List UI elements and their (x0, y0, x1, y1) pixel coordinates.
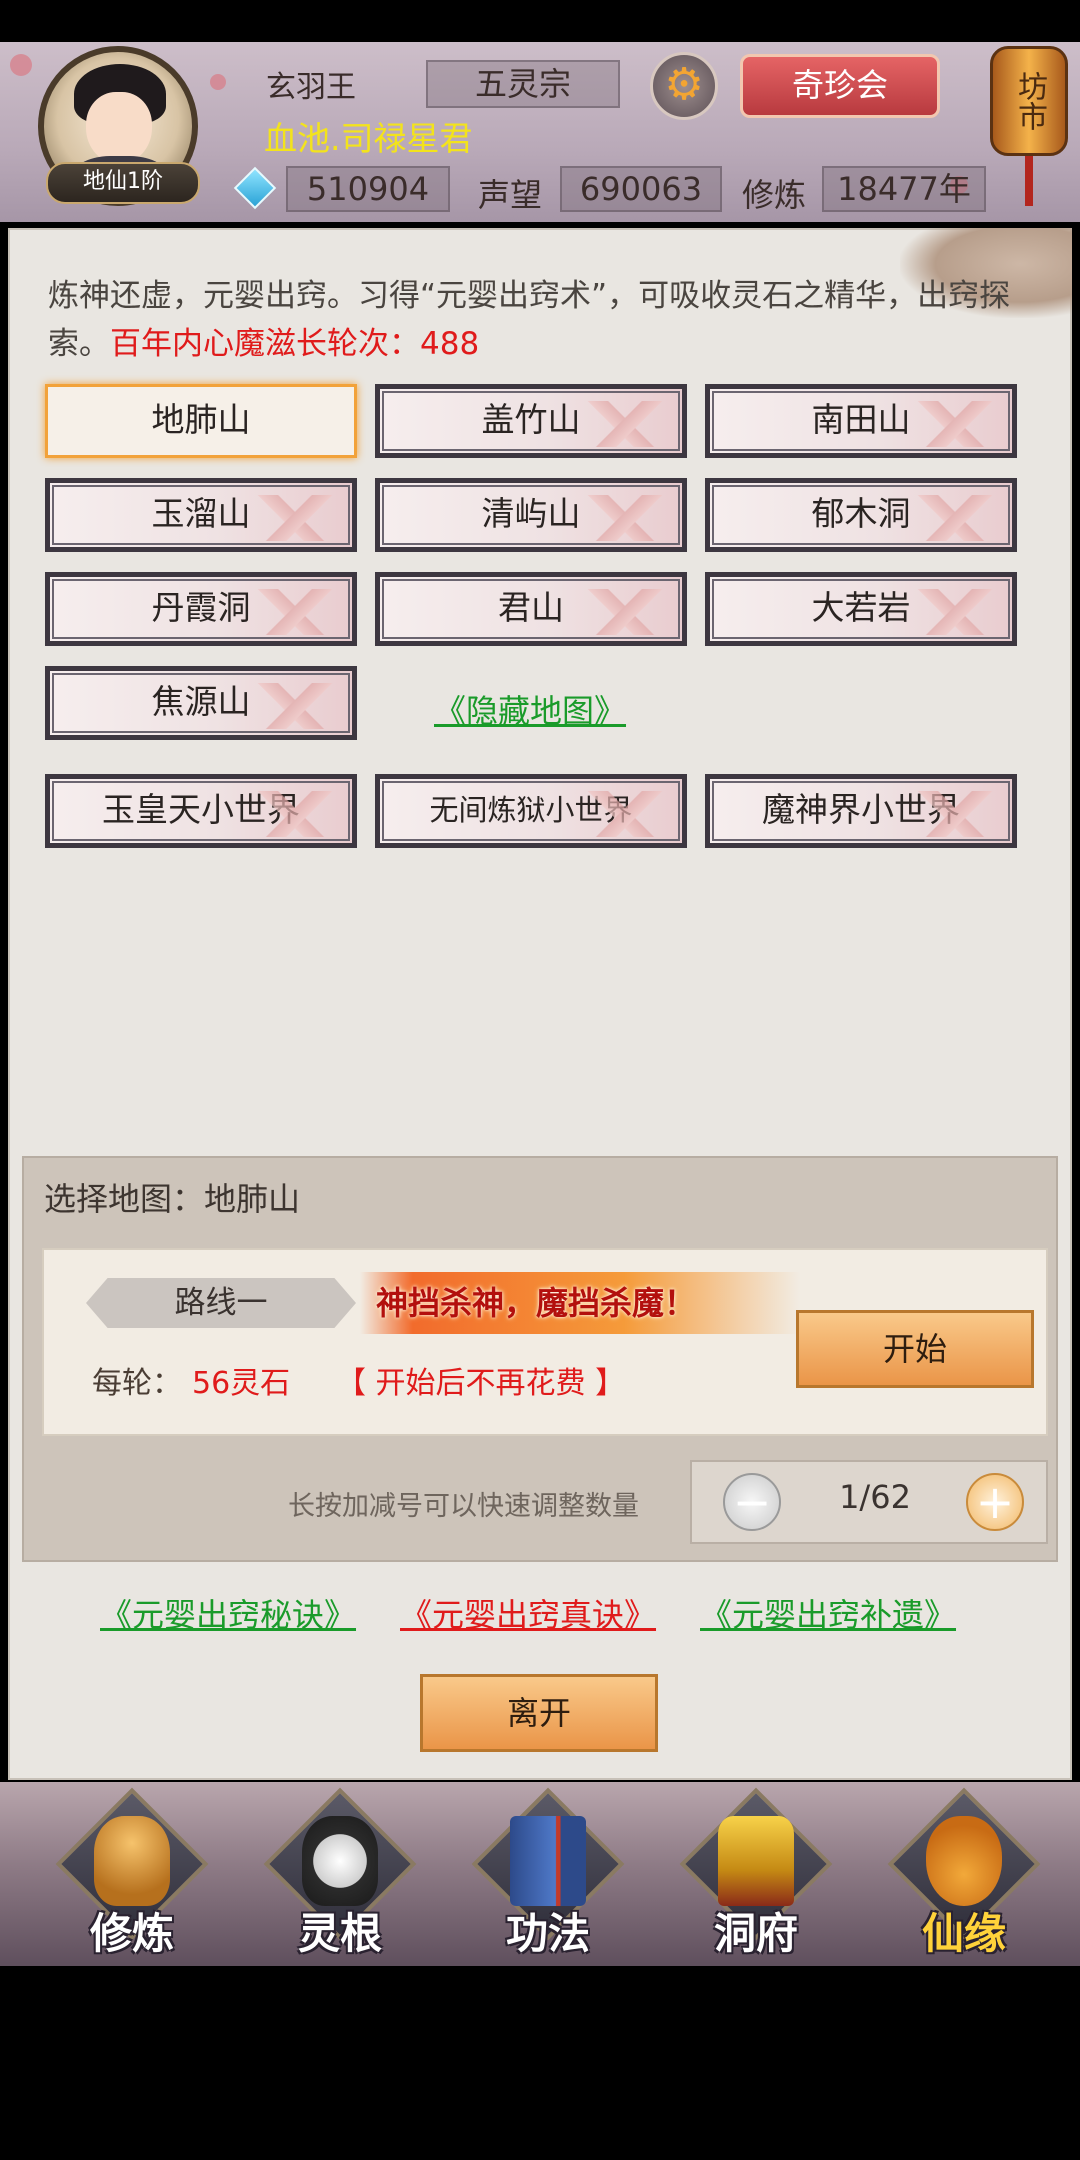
map-button-junshan[interactable]: 君山 (375, 572, 687, 646)
nav-techniques[interactable]: 功法 (468, 1787, 628, 1960)
pagoda-icon (718, 1816, 794, 1906)
lantern-tassel (1025, 156, 1033, 206)
hidden-map-link[interactable]: 《隐藏地图》 (434, 686, 626, 732)
map-button-daruoyan[interactable]: 大若岩 (705, 572, 1017, 646)
reputation-label: 声望 (478, 176, 543, 214)
gourd-icon (926, 1816, 1002, 1906)
plus-icon[interactable]: + (966, 1473, 1024, 1531)
true-manual-link[interactable]: 《元婴出窍真诀》 (400, 1590, 656, 1636)
treasure-auction-button[interactable]: 奇珍会 (740, 54, 940, 118)
map-button-difeishan[interactable]: 地肺山 (45, 384, 357, 458)
settings-gear-button[interactable]: ⚙ (650, 52, 718, 120)
cultivation-value: 18477年 (822, 166, 986, 212)
player-name: 玄羽王 (266, 70, 356, 105)
nav-immortal-fate[interactable]: 仙缘 (884, 1787, 1044, 1960)
battle-slogan-banner: 神挡杀神，魔挡杀魔！ (360, 1272, 800, 1334)
map-button-danxiadong[interactable]: 丹霞洞 (45, 572, 357, 646)
cost-label: 每轮： (92, 1366, 182, 1401)
nav-cave-abode[interactable]: 洞府 (676, 1787, 836, 1960)
leave-button[interactable]: 离开 (420, 1674, 658, 1752)
reputation-value: 690063 (560, 166, 722, 212)
quantity-hint: 长按加减号可以快速调整数量 (288, 1491, 639, 1522)
nav-spirit-root[interactable]: 灵根 (260, 1787, 420, 1960)
cultivation-label: 修炼 (742, 176, 807, 214)
selected-map-title: 选择地图：地肺山 (44, 1180, 301, 1218)
quantity-value: 1/62 (839, 1478, 911, 1516)
world-button-wujianlianyu[interactable]: 无间炼狱小世界 (375, 774, 687, 848)
minus-icon[interactable]: − (723, 1473, 781, 1531)
demon-rounds-text: 百年内心魔滋长轮次：488 (110, 326, 480, 362)
map-button-jiaoyuanshan[interactable]: 焦源山 (45, 666, 357, 740)
market-lantern-button[interactable]: 坊市 (990, 46, 1068, 156)
world-button-yuhuangtian[interactable]: 玉皇天小世界 (45, 774, 357, 848)
spirit-stone-count: 510904 (286, 166, 450, 212)
route-tab[interactable]: 路线一 (86, 1278, 356, 1328)
yin-yang-sword-icon (302, 1816, 378, 1906)
map-button-yumudong[interactable]: 郁木洞 (705, 478, 1017, 552)
map-button-qingyushan[interactable]: 清屿山 (375, 478, 687, 552)
map-button-yuliushan[interactable]: 玉溜山 (45, 478, 357, 552)
start-button[interactable]: 开始 (796, 1310, 1034, 1388)
intro-text: 炼神还虚，元婴出窍。习得“元婴出窍术”，可吸收灵石之精华，出窍探索。百年内心魔滋… (48, 278, 1011, 362)
supplement-manual-link[interactable]: 《元婴出窍补遗》 (700, 1590, 956, 1636)
blossom-decoration (210, 74, 226, 90)
monk-icon (94, 1816, 170, 1906)
secret-manual-link[interactable]: 《元婴出窍秘诀》 (100, 1590, 356, 1636)
book-icon (510, 1816, 586, 1906)
cost-value: 56灵石 (192, 1366, 291, 1401)
map-button-gaizhushan[interactable]: 盖竹山 (375, 384, 687, 458)
world-button-moshenjie[interactable]: 魔神界小世界 (705, 774, 1017, 848)
rank-badge: 地仙1阶 (46, 162, 200, 204)
map-button-nantianshan[interactable]: 南田山 (705, 384, 1017, 458)
nav-cultivate[interactable]: 修炼 (52, 1787, 212, 1960)
blossom-decoration (10, 54, 32, 76)
sect-name: 五灵宗 (426, 60, 620, 108)
cost-note: 【 开始后不再花费 】 (336, 1366, 626, 1401)
player-title: 血池.司禄星君 (264, 119, 473, 158)
